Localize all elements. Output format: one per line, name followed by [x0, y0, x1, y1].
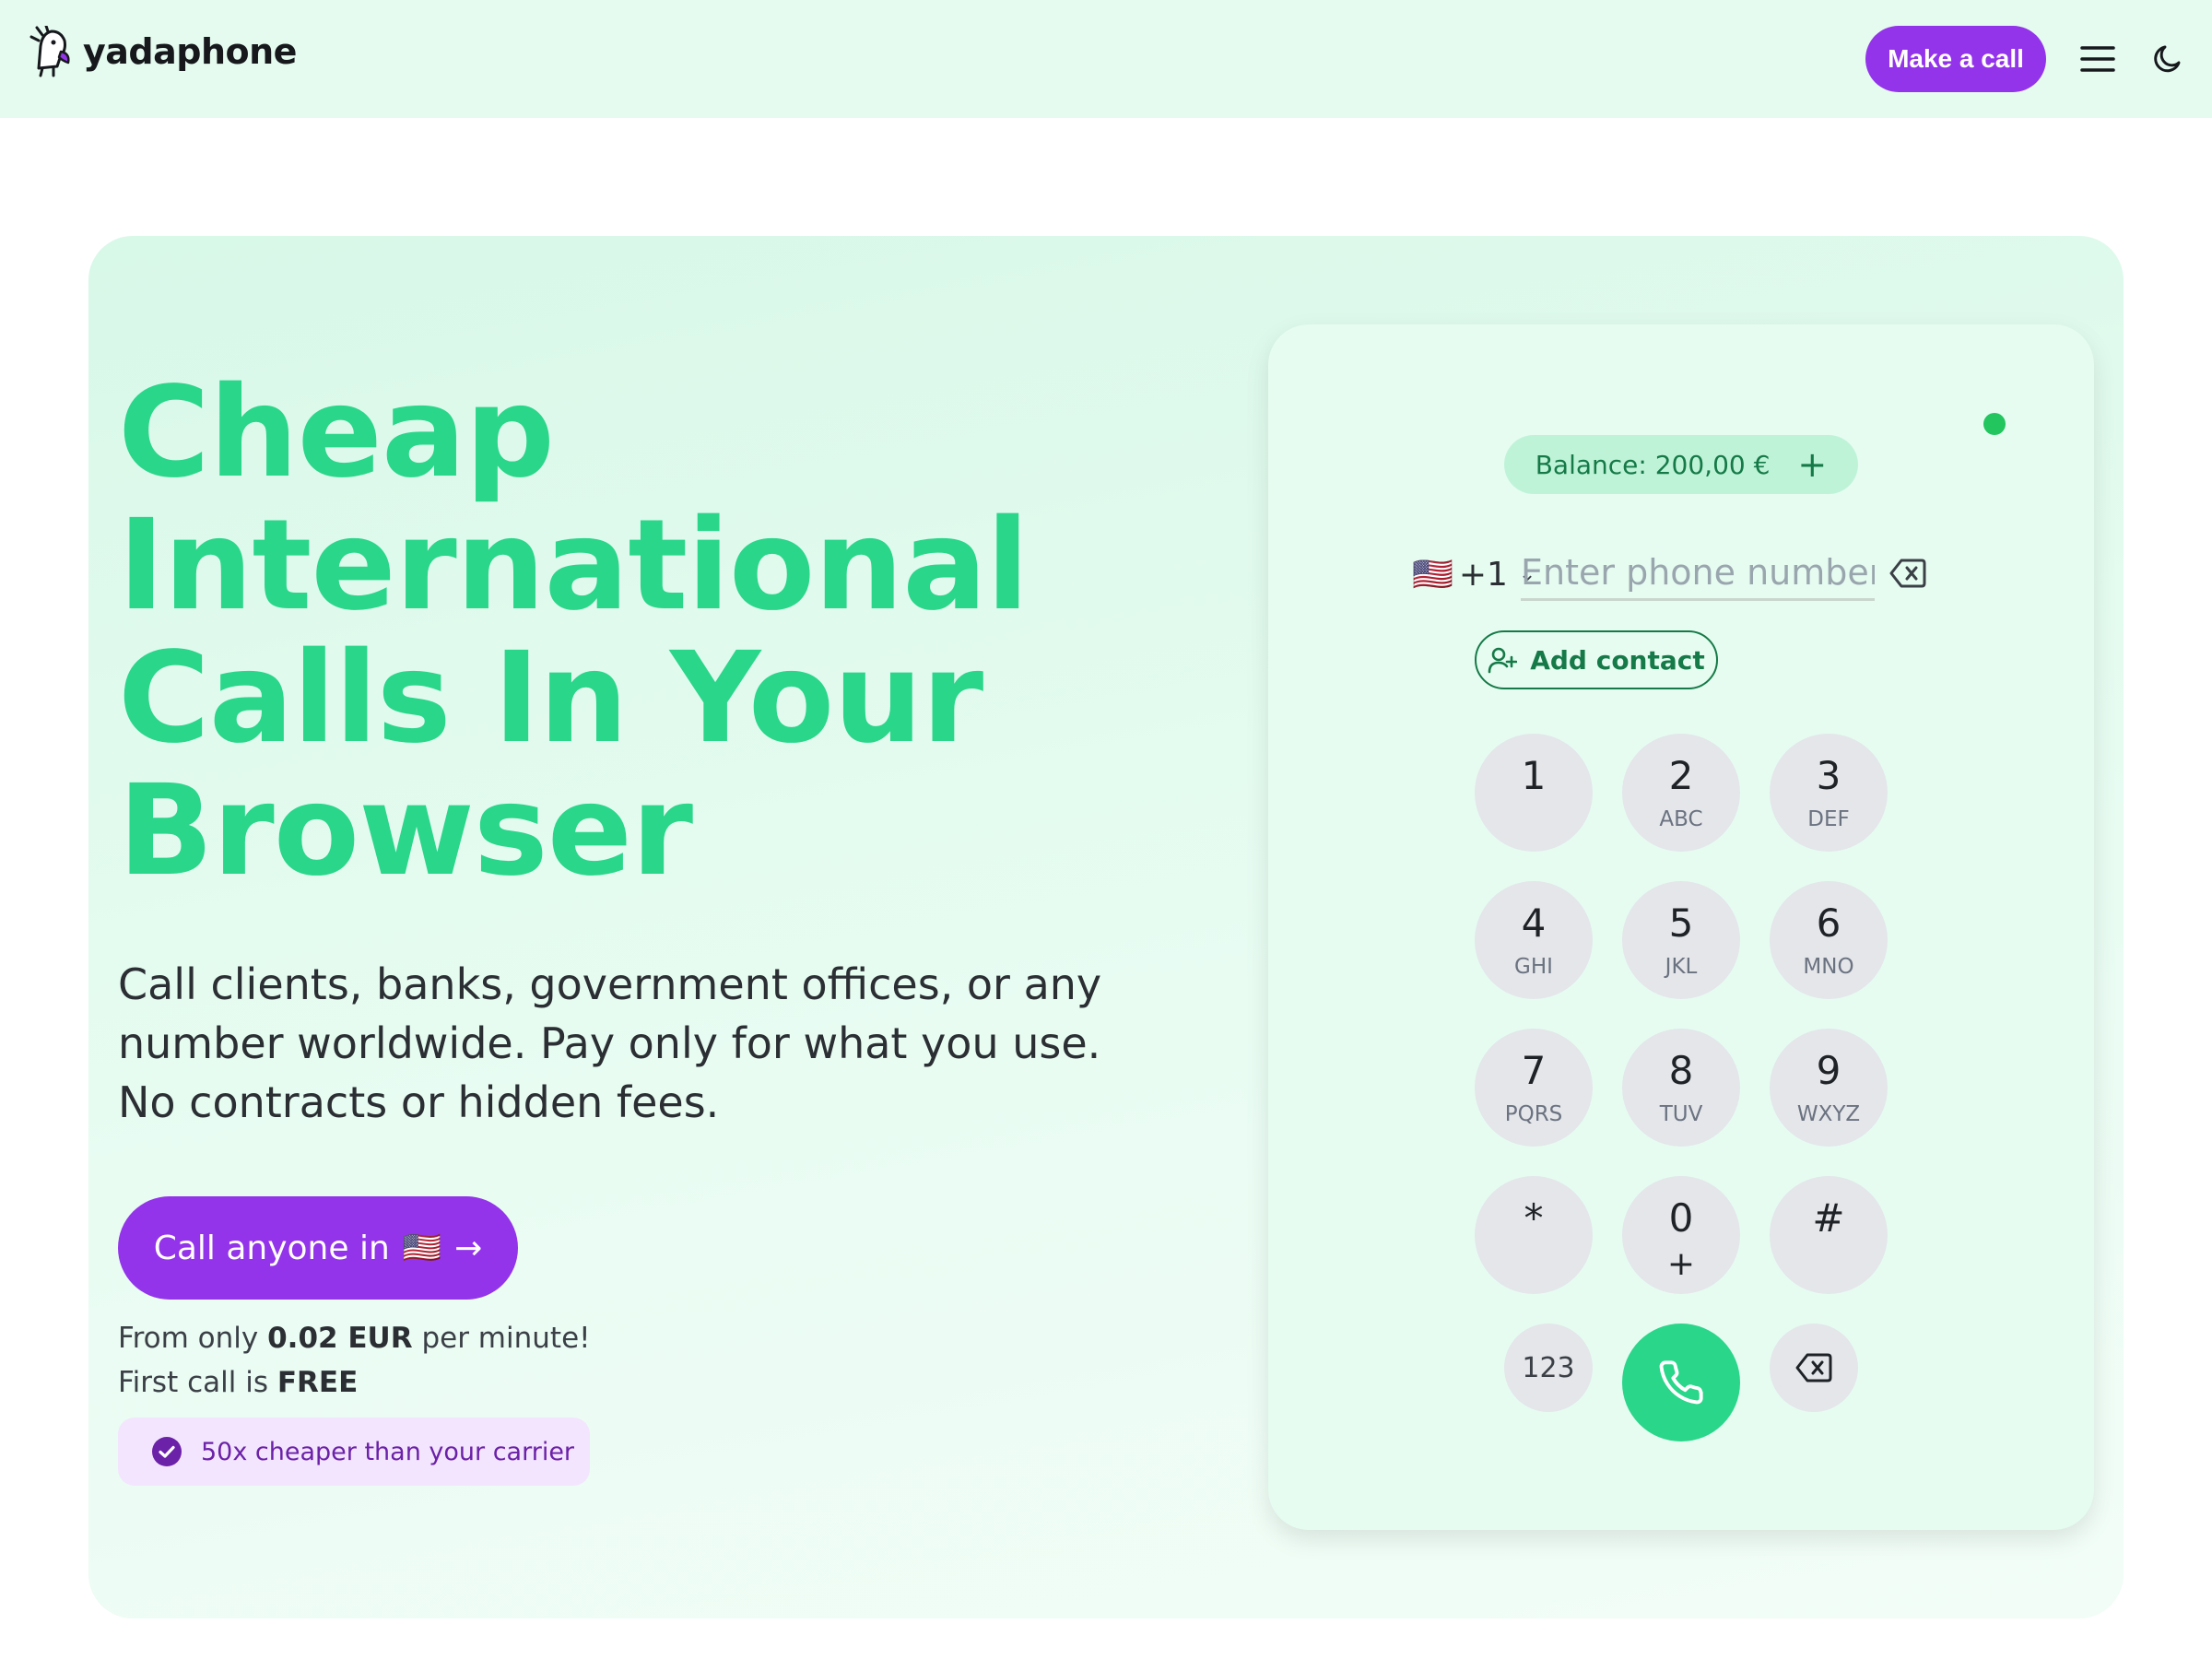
country-code-selector[interactable]: 🇺🇸 +1 ⌄	[1412, 551, 1535, 597]
keypad-key-0[interactable]: 0 +	[1622, 1176, 1740, 1294]
price-prefix: From only	[118, 1322, 259, 1355]
parrot-logo-icon	[29, 26, 70, 77]
key-digit: 9	[1816, 1048, 1841, 1093]
hero-description: Call clients, banks, government offices,…	[118, 955, 1113, 1132]
description-line: Call clients, banks, government offices,…	[118, 959, 1102, 1009]
keypad-key-9[interactable]: 9 WXYZ	[1770, 1029, 1888, 1147]
add-contact-button[interactable]: Add contact	[1475, 630, 1718, 689]
add-contact-label: Add contact	[1530, 644, 1705, 676]
key-digit: #	[1812, 1195, 1845, 1241]
phone-number-input[interactable]	[1521, 546, 1875, 601]
keypad-key-7[interactable]: 7 PQRS	[1475, 1029, 1593, 1147]
description-line: number worldwide. Pay only for what you …	[118, 1018, 1101, 1068]
free-prefix: First call is	[118, 1366, 268, 1399]
price-suffix: per minute!	[421, 1322, 591, 1355]
key-letters: GHI	[1514, 955, 1553, 979]
key-letters: TUV	[1659, 1102, 1703, 1126]
key-letters: WXYZ	[1796, 1102, 1861, 1126]
key-letters: PQRS	[1504, 1102, 1563, 1126]
key-letters: DEF	[1807, 807, 1850, 831]
menu-button[interactable]	[2079, 41, 2116, 77]
key-letters: ABC	[1659, 807, 1703, 831]
key-letters: MNO	[1803, 955, 1854, 979]
key-digit: 4	[1521, 900, 1547, 946]
brand-logo[interactable]: yadaphone	[29, 26, 297, 77]
online-status-dot	[1983, 413, 2006, 435]
price-per-minute: From only 0.02 EUR per minute!	[118, 1316, 591, 1360]
keypad-backspace-button[interactable]	[1770, 1324, 1858, 1412]
keypad-key-2[interactable]: 2 ABC	[1622, 734, 1740, 852]
phone-icon	[1659, 1360, 1703, 1405]
balance-chip[interactable]: Balance: 200,00 € +	[1504, 435, 1858, 494]
top-header: yadaphone Make a call	[0, 0, 2212, 118]
key-plus: +	[1666, 1245, 1696, 1283]
description-line: No contracts or hidden fees.	[118, 1077, 720, 1127]
call-anyone-button[interactable]: Call anyone in 🇺🇸 →	[118, 1196, 518, 1300]
savings-badge: 50x cheaper than your carrier	[118, 1418, 590, 1486]
first-call-free: First call is FREE	[118, 1360, 591, 1405]
moon-icon	[2154, 45, 2181, 73]
theme-toggle-button[interactable]	[2149, 41, 2186, 77]
hero-headline: Cheap International Calls In Your Browse…	[118, 367, 1132, 898]
mode-key-label: 123	[1522, 1351, 1575, 1384]
us-flag-icon: 🇺🇸	[1412, 556, 1453, 594]
key-digit: 2	[1668, 753, 1694, 798]
keypad-mode-button[interactable]: 123	[1504, 1324, 1593, 1412]
headline-line: Calls In Your	[118, 626, 983, 771]
price-value: 0.02 EUR	[267, 1322, 413, 1355]
key-digit: 1	[1521, 753, 1547, 798]
badge-text: 50x cheaper than your carrier	[201, 1437, 575, 1466]
keypad-key-4[interactable]: 4 GHI	[1475, 881, 1593, 999]
backspace-icon	[1795, 1353, 1832, 1382]
user-plus-icon	[1488, 647, 1518, 674]
keypad-key-5[interactable]: 5 JKL	[1622, 881, 1740, 999]
headline-line: International	[118, 493, 1030, 639]
keypad-key-hash[interactable]: #	[1770, 1176, 1888, 1294]
headline-line: Cheap	[118, 360, 555, 506]
key-digit: 5	[1668, 900, 1694, 946]
clear-input-button[interactable]	[1889, 557, 1926, 590]
key-letters: JKL	[1665, 955, 1698, 979]
country-code: +1	[1458, 555, 1508, 594]
keypad-key-1[interactable]: 1	[1475, 734, 1593, 852]
keypad-key-8[interactable]: 8 TUV	[1622, 1029, 1740, 1147]
key-digit: 8	[1668, 1048, 1694, 1093]
call-button[interactable]	[1622, 1324, 1740, 1441]
key-digit: 0	[1668, 1195, 1694, 1241]
arrow-right-icon: →	[454, 1229, 483, 1267]
add-balance-icon[interactable]: +	[1797, 447, 1827, 482]
us-flag-icon: 🇺🇸	[402, 1230, 442, 1266]
balance-label: Balance: 200,00 €	[1535, 449, 1771, 480]
keypad-key-3[interactable]: 3 DEF	[1770, 734, 1888, 852]
hamburger-menu-icon	[2080, 46, 2115, 72]
pricing-info: From only 0.02 EUR per minute! First cal…	[118, 1316, 591, 1405]
keypad-key-6[interactable]: 6 MNO	[1770, 881, 1888, 999]
headline-line: Browser	[118, 759, 693, 904]
key-digit: *	[1524, 1195, 1544, 1241]
check-circle-icon	[152, 1437, 182, 1466]
brand-name: yadaphone	[83, 31, 297, 72]
make-a-call-button[interactable]: Make a call	[1865, 26, 2046, 92]
key-digit: 6	[1816, 900, 1841, 946]
cta-label: Call anyone in	[153, 1229, 390, 1267]
keypad-key-star[interactable]: *	[1475, 1176, 1593, 1294]
key-digit: 7	[1521, 1048, 1547, 1093]
backspace-icon	[1889, 559, 1926, 588]
key-digit: 3	[1816, 753, 1841, 798]
free-value: FREE	[276, 1366, 359, 1399]
